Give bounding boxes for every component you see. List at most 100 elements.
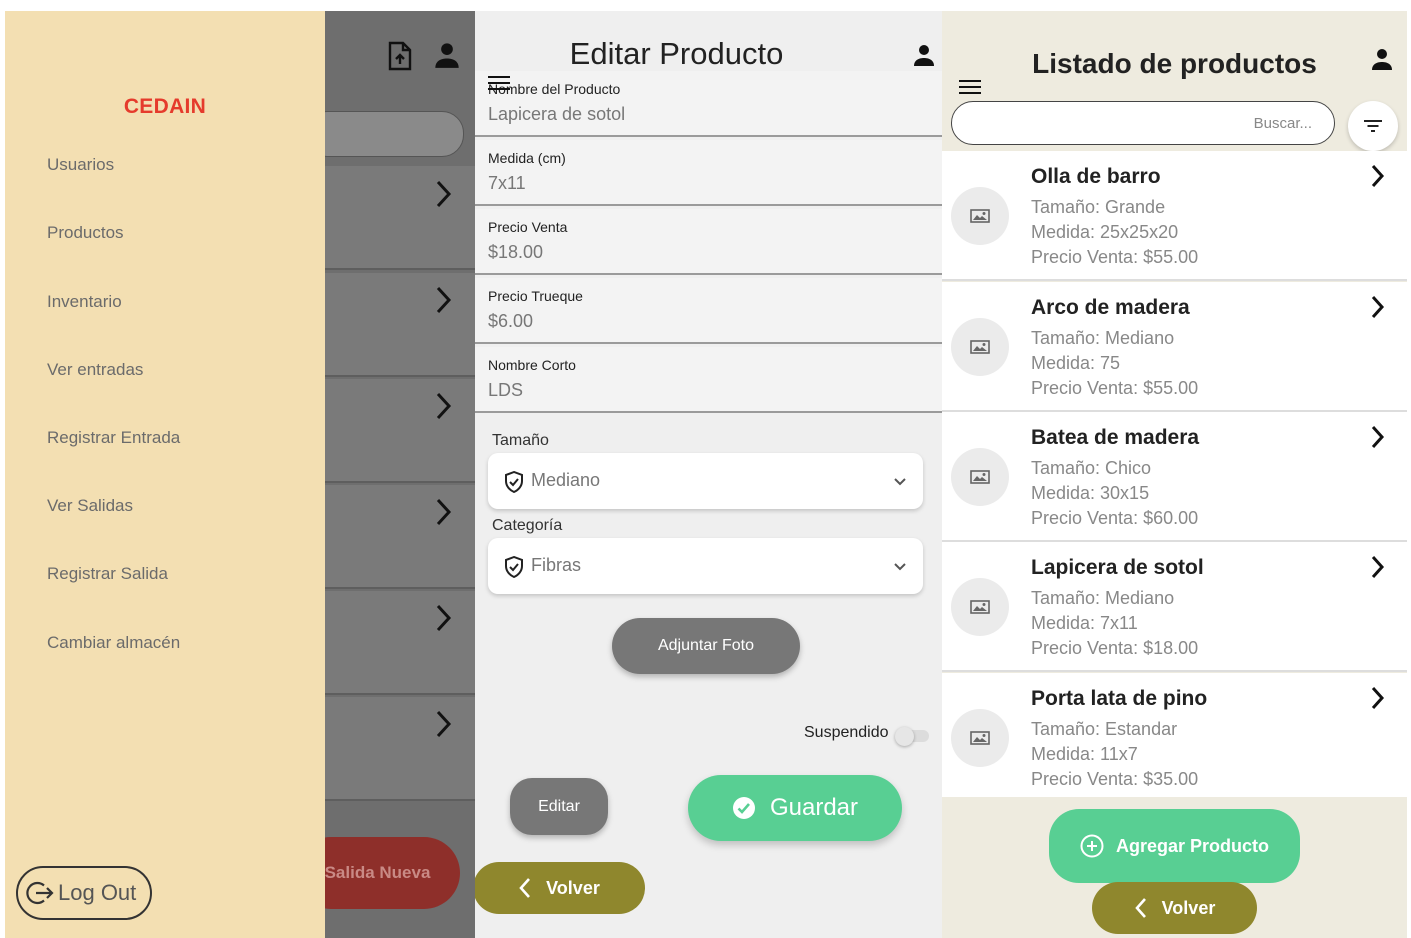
toggle-thumb [895, 727, 914, 746]
nombre-corto-field[interactable]: Nombre Corto LDS [475, 347, 942, 413]
search-input[interactable]: Buscar... [951, 101, 1335, 145]
categoria-label: Categoría [492, 517, 563, 534]
chevron-right-icon[interactable] [1370, 685, 1386, 711]
chevron-right-icon [435, 179, 453, 209]
listado-productos-screen: Listado de productos Buscar... Olla de b… [942, 11, 1407, 938]
image-placeholder-icon [951, 578, 1009, 636]
product-tamano: Tamaño: Grande [1031, 197, 1166, 217]
chevron-right-icon [435, 603, 453, 633]
chevron-right-icon [435, 709, 453, 739]
menu-item-cambiar-almacen[interactable]: Cambiar almacén [47, 633, 180, 653]
agregar-label: Agregar Producto [1115, 835, 1270, 856]
product-precio: Precio Venta: $18.00 [1031, 638, 1199, 658]
image-placeholder-icon [951, 318, 1009, 376]
hamburger-menu-icon[interactable] [959, 79, 981, 95]
product-name: Porta lata de pino [1031, 687, 1208, 710]
user-icon[interactable] [433, 41, 461, 69]
chevron-right-icon [435, 497, 453, 527]
dimmed-background-screen: Salida Nueva [295, 11, 475, 938]
image-placeholder-icon [951, 448, 1009, 506]
menu-item-ver-salidas[interactable]: Ver Salidas [47, 496, 133, 516]
volver-button[interactable]: Volver [475, 862, 645, 914]
app-title: CEDAIN [123, 95, 207, 118]
agregar-producto-button[interactable]: Agregar Producto [1049, 809, 1300, 883]
filter-button[interactable] [1348, 101, 1398, 151]
medida-field[interactable]: Medida (cm) 7x11 [475, 140, 942, 206]
menu-item-productos[interactable]: Productos [47, 223, 124, 243]
guardar-button[interactable]: Guardar [688, 775, 902, 841]
product-list-item[interactable]: Olla de barro Tamaño: Grande Medida: 25x… [942, 151, 1407, 281]
product-precio: Precio Venta: $55.00 [1031, 247, 1199, 267]
hamburger-menu-icon[interactable] [488, 75, 510, 91]
search-placeholder: Buscar... [1253, 115, 1312, 132]
volver-label: Volver [1161, 897, 1216, 918]
product-medida: Medida: 25x25x20 [1031, 222, 1179, 242]
page-title: Editar Producto [569, 36, 784, 71]
logout-icon [26, 879, 54, 907]
product-tamano: Tamaño: Chico [1031, 458, 1152, 478]
adjuntar-foto-button[interactable]: Adjuntar Foto [612, 618, 800, 674]
chevron-left-icon [518, 877, 532, 899]
chevron-right-icon[interactable] [1370, 424, 1386, 450]
image-placeholder-icon [951, 709, 1009, 767]
check-circle-icon [732, 796, 756, 820]
editar-producto-screen: Editar Producto Nombre del Producto Lapi… [475, 11, 942, 938]
product-precio: Precio Venta: $35.00 [1031, 769, 1199, 789]
suspendido-toggle[interactable] [895, 727, 929, 746]
filter-icon [1363, 119, 1383, 133]
field-label: Nombre Corto [488, 357, 576, 373]
menu-item-ver-entradas[interactable]: Ver entradas [47, 360, 143, 380]
suspendido-label: Suspendido [804, 724, 889, 741]
editar-button[interactable]: Editar [510, 778, 608, 835]
chevron-down-icon [893, 477, 907, 486]
tamano-value: Mediano [531, 470, 601, 490]
menu-item-registrar-salida[interactable]: Registrar Salida [47, 564, 168, 584]
menu-item-registrar-entrada[interactable]: Registrar Entrada [47, 428, 180, 448]
logout-button[interactable]: Log Out [16, 866, 152, 920]
tamano-select[interactable]: Mediano [488, 453, 923, 509]
chevron-down-icon [893, 562, 907, 571]
chevron-right-icon [435, 285, 453, 315]
search-input [305, 111, 464, 157]
image-placeholder-icon [951, 187, 1009, 245]
volver-label: Volver [546, 877, 600, 898]
logout-label: Log Out [58, 880, 137, 905]
shield-check-icon [504, 471, 524, 493]
precio-trueque-field[interactable]: Precio Trueque $6.00 [475, 278, 942, 344]
product-name: Batea de madera [1031, 426, 1200, 449]
product-tamano: Tamaño: Mediano [1031, 588, 1175, 608]
product-medida: Medida: 30x15 [1031, 483, 1150, 503]
product-tamano: Tamaño: Mediano [1031, 328, 1175, 348]
product-list-item[interactable]: Lapicera de sotol Tamaño: Mediano Medida… [942, 542, 1407, 672]
shield-check-icon [504, 556, 524, 578]
product-precio: Precio Venta: $60.00 [1031, 508, 1199, 528]
product-medida: Medida: 7x11 [1031, 613, 1138, 633]
chevron-right-icon[interactable] [1370, 294, 1386, 320]
nombre-producto-field[interactable]: Nombre del Producto Lapicera de sotol [475, 71, 942, 137]
product-name: Olla de barro [1031, 165, 1161, 188]
precio-venta-field[interactable]: Precio Venta $18.00 [475, 209, 942, 275]
product-precio: Precio Venta: $55.00 [1031, 378, 1199, 398]
product-tamano: Tamaño: Estandar [1031, 719, 1178, 739]
product-list-item[interactable]: Porta lata de pino Tamaño: Estandar Medi… [942, 673, 1407, 797]
field-label: Precio Trueque [488, 288, 583, 304]
chevron-right-icon[interactable] [1370, 163, 1386, 189]
navigation-drawer-screen: Salida Nueva CEDAIN Usuarios Productos I… [5, 11, 475, 938]
chevron-right-icon[interactable] [1370, 554, 1386, 580]
upload-file-icon[interactable] [387, 41, 413, 71]
field-value: $18.00 [488, 242, 544, 262]
volver-button[interactable]: Volver [1092, 882, 1257, 934]
menu-item-usuarios[interactable]: Usuarios [47, 155, 114, 175]
field-label: Precio Venta [488, 219, 568, 235]
product-medida: Medida: 75 [1031, 353, 1121, 373]
product-list-item[interactable]: Arco de madera Tamaño: Mediano Medida: 7… [942, 282, 1407, 412]
user-icon[interactable] [1370, 47, 1394, 71]
product-list-item[interactable]: Batea de madera Tamaño: Chico Medida: 30… [942, 412, 1407, 542]
menu-item-inventario[interactable]: Inventario [47, 292, 122, 312]
user-icon[interactable] [912, 43, 936, 67]
field-value: 7x11 [488, 173, 526, 193]
categoria-select[interactable]: Fibras [488, 538, 923, 594]
page-title: Listado de productos [1032, 48, 1317, 79]
product-name: Lapicera de sotol [1031, 556, 1204, 579]
product-medida: Medida: 11x7 [1031, 744, 1138, 764]
